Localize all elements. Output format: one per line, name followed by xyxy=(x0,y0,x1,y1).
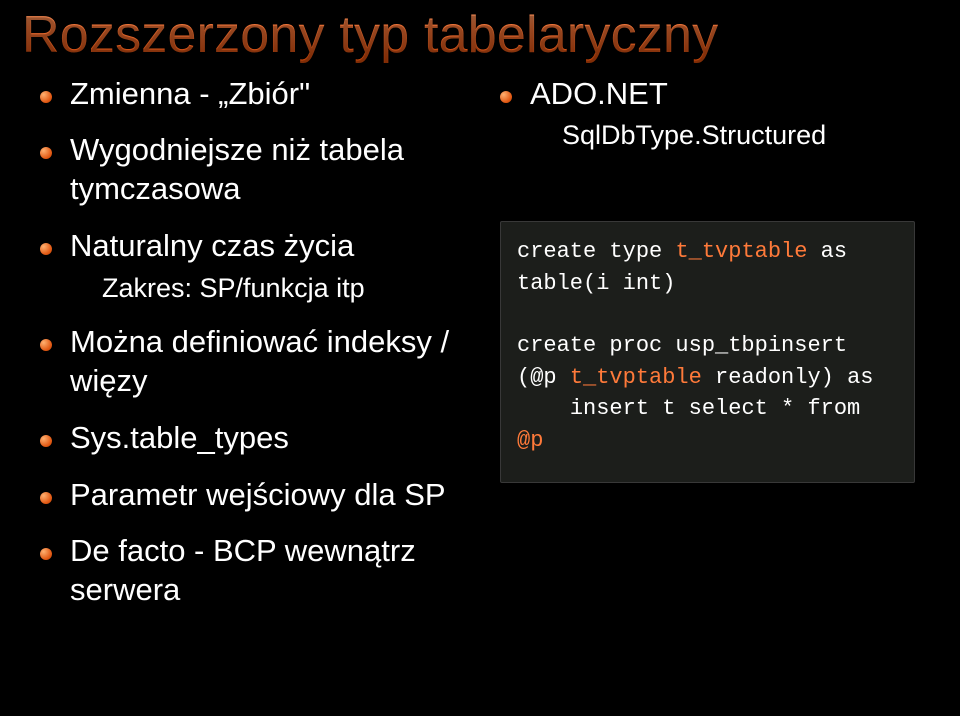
sub-sqldbtype-list: SqlDbType.Structured xyxy=(530,119,920,153)
bullet-indeksy: Można definiować indeksy / więzy xyxy=(40,323,490,401)
bullet-naturalny-text: Naturalny czas życia xyxy=(70,228,354,263)
slide-title: Rozszerzony typ tabelaryczny xyxy=(0,0,960,75)
code-tok: as xyxy=(807,239,847,264)
code-tok: table(i int) xyxy=(517,271,675,296)
sub-sqldbtype: SqlDbType.Structured xyxy=(562,119,920,153)
columns: Zmienna - „Zbiór" Wygodniejsze niż tabel… xyxy=(0,75,960,628)
bullet-adonet: ADO.NET SqlDbType.Structured xyxy=(500,75,920,154)
sub-zakres-list: Zakres: SP/funkcja itp xyxy=(70,272,490,306)
bullet-adonet-text: ADO.NET xyxy=(530,76,668,111)
code-type: t_tvptable xyxy=(675,239,807,264)
code-param: @p xyxy=(517,428,543,453)
sub-zakres: Zakres: SP/funkcja itp xyxy=(102,272,490,306)
right-bullet-list: ADO.NET SqlDbType.Structured xyxy=(500,75,920,154)
code-tok: (@p xyxy=(517,365,570,390)
code-tok: insert t select * from xyxy=(517,396,873,421)
code-tok: create proc usp_tbpinsert xyxy=(517,333,847,358)
left-column: Zmienna - „Zbiór" Wygodniejsze niż tabel… xyxy=(0,75,490,628)
code-tok: create type xyxy=(517,239,675,264)
bullet-wygodniejsze: Wygodniejsze niż tabela tymczasowa xyxy=(40,131,490,209)
bullet-naturalny: Naturalny czas życia Zakres: SP/funkcja … xyxy=(40,227,490,306)
bullet-parametr: Parametr wejściowy dla SP xyxy=(40,476,490,515)
left-bullet-list: Zmienna - „Zbiór" Wygodniejsze niż tabel… xyxy=(40,75,490,610)
code-content: create type t_tvptable as table(i int) c… xyxy=(517,236,898,456)
code-tok: readonly) as xyxy=(702,365,874,390)
bullet-bcp: De facto - BCP wewnątrz serwera xyxy=(40,532,490,610)
bullet-systable: Sys.table_types xyxy=(40,419,490,458)
code-blank xyxy=(517,302,530,327)
right-column: ADO.NET SqlDbType.Structured create type… xyxy=(490,75,920,628)
code-box: create type t_tvptable as table(i int) c… xyxy=(500,221,915,483)
slide: Rozszerzony typ tabelaryczny Zmienna - „… xyxy=(0,0,960,716)
code-type: t_tvptable xyxy=(570,365,702,390)
bullet-zmienna: Zmienna - „Zbiór" xyxy=(40,75,490,114)
